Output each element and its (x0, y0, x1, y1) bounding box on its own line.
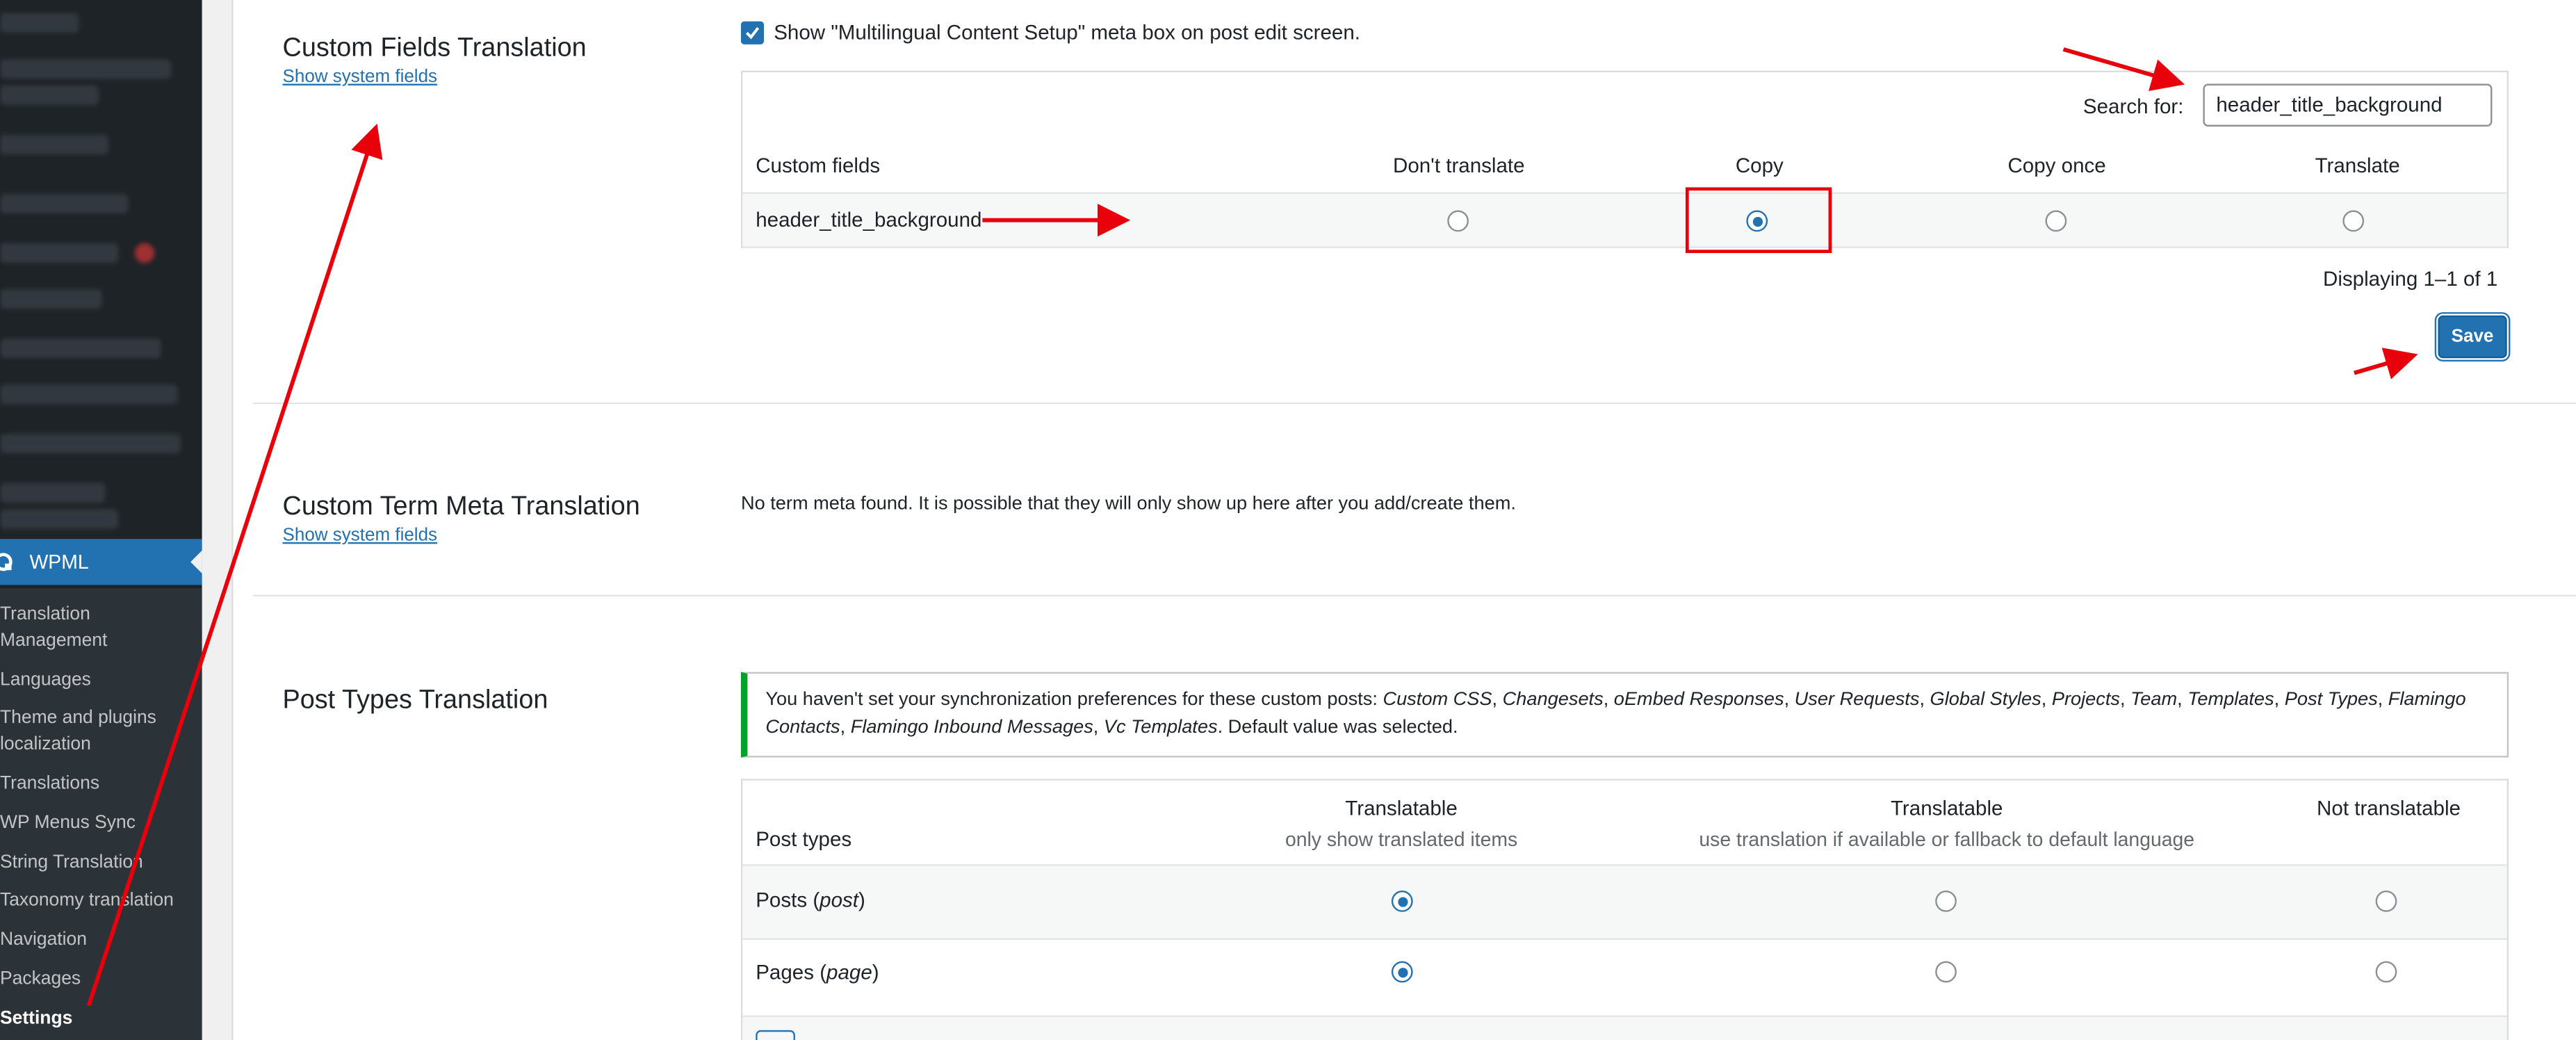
notification-badge-blurred (134, 243, 155, 263)
submenu-item-settings[interactable]: Settings (0, 1005, 72, 1032)
sidebar-item-blurred[interactable] (0, 13, 79, 33)
custom-fields-title: Custom Fields Translation (282, 34, 587, 63)
meta-box-checkbox[interactable] (740, 21, 765, 44)
notice-item: Post Types (2284, 690, 2378, 710)
radio-dont-translate[interactable] (1447, 210, 1469, 232)
column-header-translate: Translate (2315, 154, 2400, 178)
sidebar-item-blurred[interactable] (0, 193, 129, 214)
post-type-label: Posts (post) (756, 888, 865, 912)
submenu-item-packages[interactable]: Packages (0, 966, 81, 993)
column-header-copy-once: Copy once (2007, 154, 2106, 178)
custom-fields-table: Search for: Custom fields Don't translat… (740, 70, 2509, 248)
notice-item: Projects (2051, 690, 2121, 710)
wpml-icon (0, 553, 13, 571)
column-header-translatable-fallback: Translatable (1890, 797, 2003, 820)
notice-item: Team (2130, 690, 2178, 710)
submenu-item-wp-menus-sync[interactable]: WP Menus Sync (0, 810, 136, 836)
term-meta-title: Custom Term Meta Translation (282, 493, 640, 521)
sync-preferences-notice: You haven't set your synchronization pre… (740, 672, 2509, 758)
checkmark-icon (745, 26, 760, 40)
post-types-table: Post types Translatable only show transl… (740, 779, 2509, 1040)
content-gutter (202, 0, 234, 1040)
submenu-item-taxonomy-translation[interactable]: Taxonomy translation (0, 887, 174, 913)
table-row: Pages (page) (742, 940, 2506, 1016)
submenu-item-languages[interactable]: Languages (0, 667, 91, 694)
submenu-item-theme-plugins-localization[interactable]: Theme and plugins localization (0, 705, 156, 758)
notice-item: Global Styles (1930, 690, 2041, 710)
radio-copy-once[interactable] (2045, 210, 2067, 232)
submenu-item-translation-management[interactable]: Translation Management (0, 601, 107, 654)
sidebar-item-blurred[interactable] (0, 482, 106, 503)
column-header-translatable-only: Translatable (1345, 797, 1458, 820)
radio-translatable-only[interactable] (1391, 961, 1413, 983)
radio-translatable-fallback[interactable] (1935, 891, 1957, 912)
show-system-fields-link[interactable]: Show system fields (283, 67, 438, 87)
notice-item: Vc Templates (1103, 717, 1218, 738)
wpml-submenu: Translation Management Languages Theme an… (0, 588, 202, 1040)
column-header-dont-translate: Don't translate (1392, 154, 1525, 178)
notice-item: Custom CSS (1383, 690, 1492, 710)
column-subheader-translatable-fallback: use translation if available or fallback… (1699, 828, 2195, 852)
sidebar-item-label: WPML (29, 550, 89, 574)
column-header-custom-fields: Custom fields (756, 154, 881, 178)
column-header-post-types: Post types (756, 828, 852, 852)
submenu-item-string-translation[interactable]: String Translation (0, 850, 143, 876)
section-divider (252, 403, 2576, 405)
notice-item: Templates (2187, 690, 2274, 710)
section-divider (252, 594, 2576, 596)
post-type-checkbox-partial[interactable] (756, 1030, 795, 1040)
notice-item: oEmbed Responses (1613, 690, 1784, 710)
submenu-item-translations[interactable]: Translations (0, 770, 99, 797)
show-system-fields-link[interactable]: Show system fields (283, 526, 438, 545)
radio-not-translatable[interactable] (2375, 961, 2397, 983)
radio-translatable-only[interactable] (1391, 891, 1413, 912)
save-button[interactable]: Save (2438, 315, 2507, 359)
admin-sidebar: WPML Translation Management Languages The… (0, 0, 202, 1040)
sidebar-item-blurred[interactable] (0, 384, 178, 405)
post-type-label: Pages (page) (756, 961, 879, 984)
term-meta-message: No term meta found. It is possible that … (740, 494, 1516, 514)
sidebar-item-blurred[interactable] (0, 59, 171, 79)
sidebar-item-blurred[interactable] (0, 243, 119, 263)
notice-prefix: You haven't set your synchronization pre… (765, 690, 1383, 710)
current-menu-notch (190, 550, 202, 574)
custom-field-name: header_title_background (756, 209, 982, 232)
column-header-copy: Copy (1735, 154, 1784, 178)
notice-item: Flamingo Inbound Messages (850, 717, 1093, 738)
sidebar-item-blurred[interactable] (0, 134, 108, 155)
notice-suffix: . Default value was selected. (1217, 717, 1458, 738)
table-row: Posts (post) (742, 864, 2507, 940)
radio-not-translatable[interactable] (2375, 891, 2397, 912)
sidebar-item-blurred[interactable] (0, 338, 161, 359)
post-types-title: Post Types Translation (282, 686, 548, 715)
column-header-not-translatable: Not translatable (2317, 797, 2461, 820)
column-subheader-translatable-only: only show translated items (1285, 828, 1518, 852)
pagination-displaying: Displaying 1–1 of 1 (2322, 268, 2498, 291)
sidebar-item-blurred[interactable] (0, 289, 102, 309)
annotation-highlight-box (1685, 187, 1832, 253)
submenu-item-navigation[interactable]: Navigation (0, 927, 87, 953)
search-input[interactable] (2203, 83, 2493, 127)
notice-item: Changesets (1502, 690, 1604, 710)
main-content: Custom Fields Translation Show system fi… (233, 0, 2576, 1040)
table-row-partial (742, 1015, 2507, 1040)
notice-item: User Requests (1794, 690, 1920, 710)
sidebar-item-wpml[interactable]: WPML (0, 539, 202, 585)
radio-translate[interactable] (2342, 210, 2365, 232)
sidebar-item-blurred[interactable] (0, 433, 181, 454)
sidebar-item-blurred[interactable] (0, 509, 119, 530)
table-row: header_title_background (742, 192, 2507, 248)
meta-box-checkbox-label: Show "Multilingual Content Setup" meta b… (774, 21, 1360, 44)
search-label: Search for: (2082, 95, 2184, 119)
sidebar-item-blurred[interactable] (0, 85, 99, 106)
radio-translatable-fallback[interactable] (1935, 961, 1957, 983)
